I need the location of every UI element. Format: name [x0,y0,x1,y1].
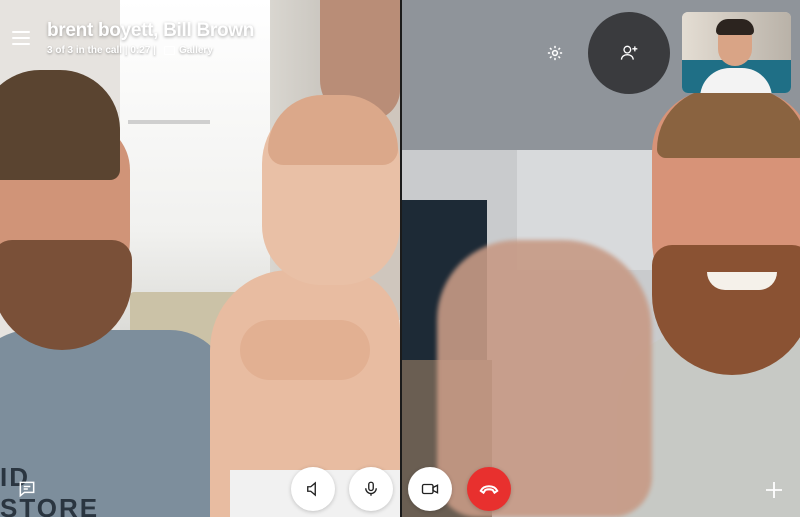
gallery-icon[interactable] [163,46,175,55]
call-title: brent boyett, Bill Brown [47,20,255,41]
call-status-text: 3 of 3 in the call | 0:27 | [47,45,156,56]
add-person-icon [620,45,638,60]
self-view-preview[interactable] [682,12,791,93]
microphone-button[interactable] [349,467,393,511]
video-button[interactable] [408,467,452,511]
gear-icon[interactable] [546,44,564,62]
plus-icon[interactable] [764,480,784,500]
smile [707,272,777,290]
hamburger-menu-icon[interactable] [12,31,30,45]
man-hair [0,70,120,180]
call-status-bar: 3 of 3 in the call | 0:27 | Gallery [47,45,213,56]
video-camera-icon [421,483,439,495]
waving-hand [437,240,652,517]
self-hair [716,19,754,35]
window-blind [128,120,210,124]
end-call-button[interactable] [467,467,511,511]
speaker-icon [307,481,316,497]
baby-hands [240,320,370,380]
add-participant-button[interactable] [588,12,670,94]
chat-icon[interactable] [17,479,37,499]
microphone-icon [365,481,377,496]
hang-up-icon [479,485,499,495]
participant-video-left[interactable]: ID STORE [0,0,400,517]
speaker-button[interactable] [291,467,335,511]
view-mode-label[interactable]: Gallery [179,45,213,56]
